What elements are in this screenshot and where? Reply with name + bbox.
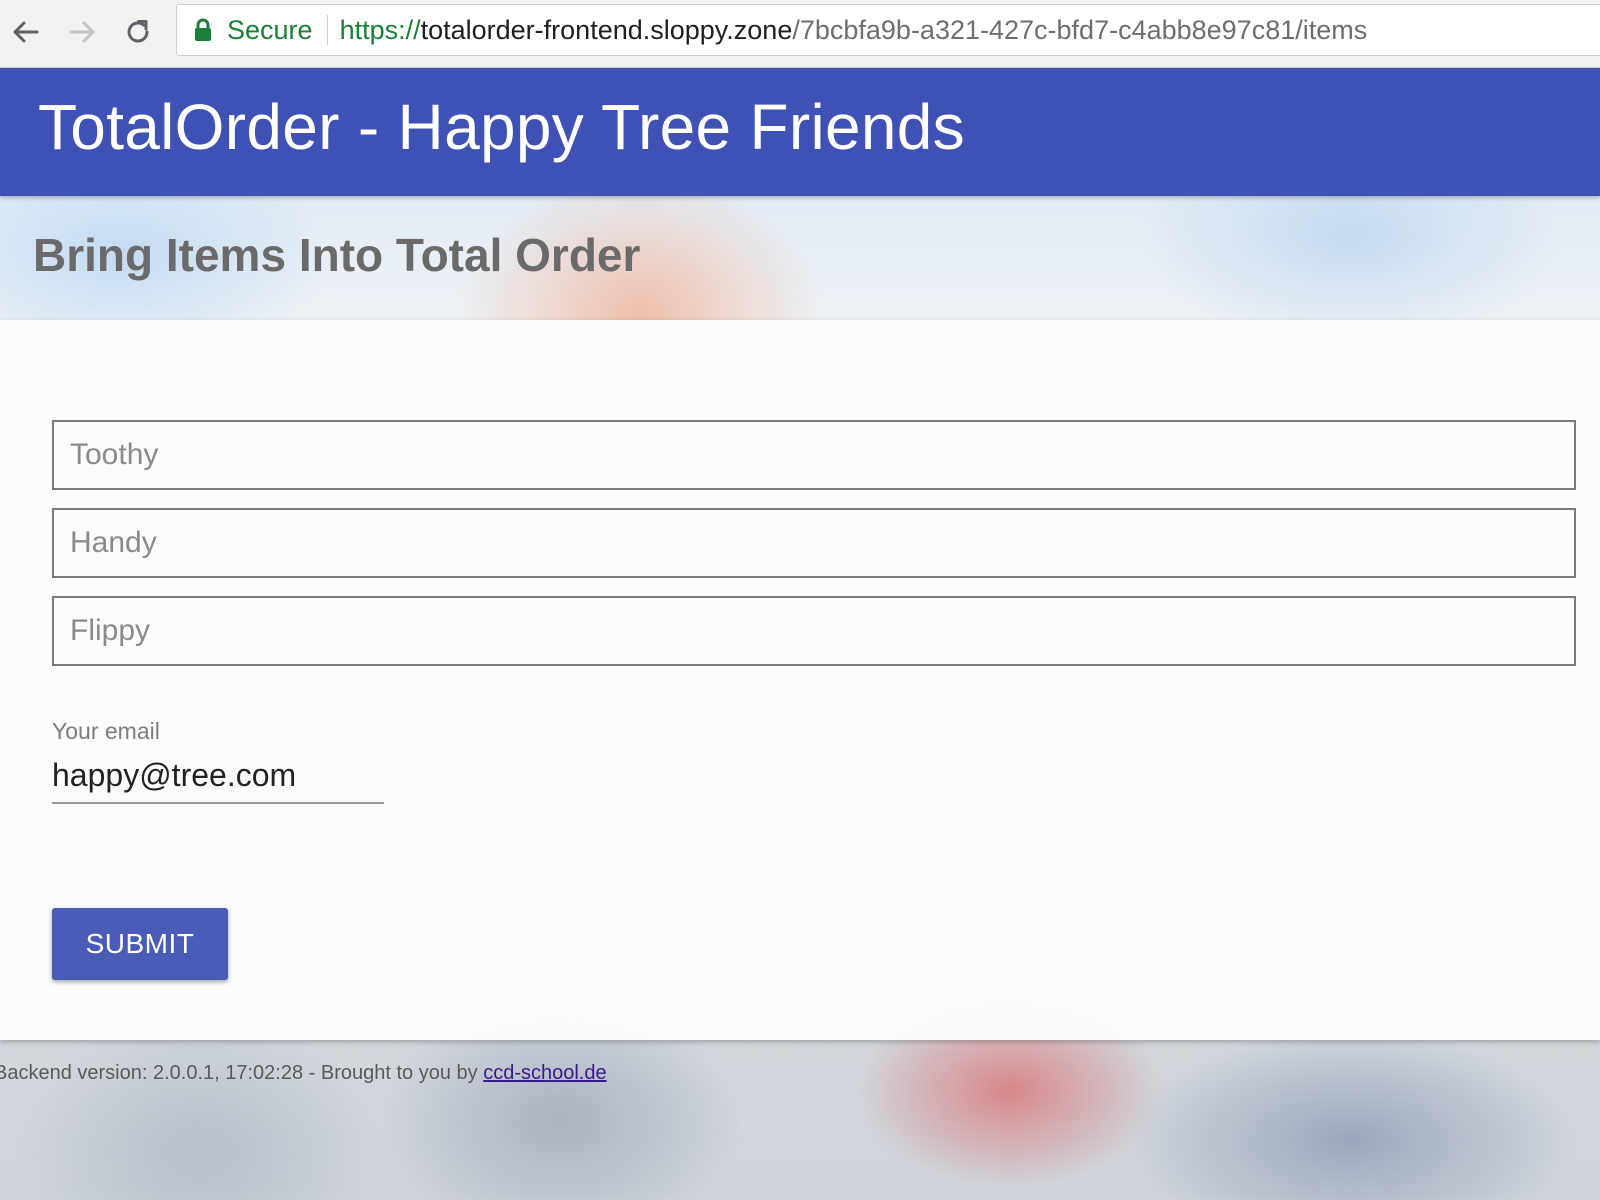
email-input[interactable] <box>52 748 384 804</box>
address-bar[interactable]: Secure https://totalorder-frontend.slopp… <box>176 4 1600 56</box>
back-button[interactable] <box>6 12 46 52</box>
forward-button[interactable] <box>62 12 102 52</box>
url-host: totalorder-frontend.sloppy.zone <box>420 14 793 45</box>
reload-icon <box>127 20 149 43</box>
app-title: TotalOrder - Happy Tree Friends <box>38 91 965 163</box>
url-path: /7bcbfa9b-a321-427c-bfd7-c4abb8e97c81/it… <box>792 14 1368 45</box>
footer-text: Backend version: 2.0.0.1, 17:02:28 - Bro… <box>0 1062 484 1084</box>
item-form-card: Your email SUBMIT <box>0 320 1600 1040</box>
reload-button[interactable] <box>118 12 158 52</box>
item-input-3[interactable] <box>52 596 1576 666</box>
secure-label: Secure <box>227 14 313 45</box>
footer-link[interactable]: ccd-school.de <box>483 1062 606 1084</box>
submit-button[interactable]: SUBMIT <box>52 908 228 980</box>
lock-icon <box>193 18 213 42</box>
arrow-right-icon <box>69 21 95 43</box>
footer: Backend version: 2.0.0.1, 17:02:28 - Bro… <box>0 1062 607 1085</box>
item-input-2[interactable] <box>52 508 1576 578</box>
browser-toolbar: Secure https://totalorder-frontend.slopp… <box>0 0 1600 68</box>
page-heading-band: Bring Items Into Total Order <box>0 196 1600 320</box>
item-input-1[interactable] <box>52 420 1576 490</box>
email-label: Your email <box>52 718 160 744</box>
address-divider <box>326 15 328 45</box>
page-heading: Bring Items Into Total Order <box>33 229 641 281</box>
app-header: TotalOrder - Happy Tree Friends <box>0 68 1600 196</box>
url-scheme: https:// <box>339 14 421 45</box>
arrow-left-icon <box>13 21 39 43</box>
